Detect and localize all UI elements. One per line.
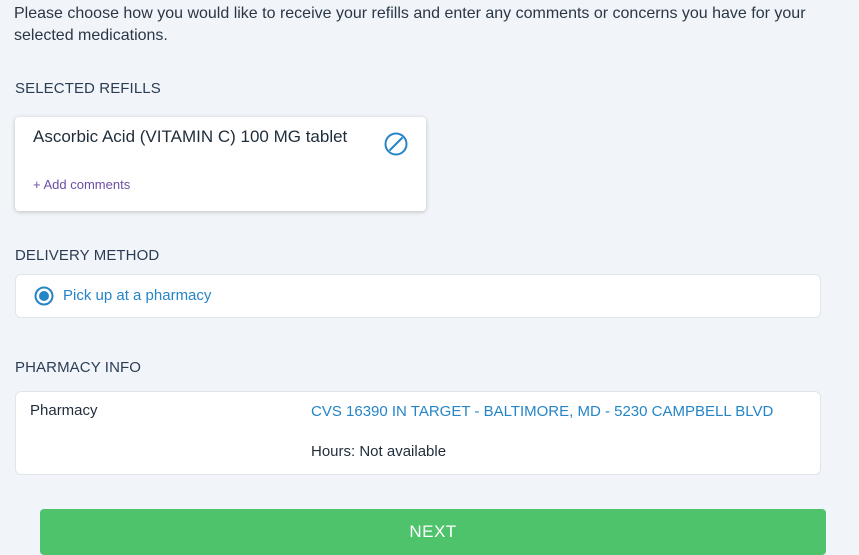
instructions-text: Please choose how you would like to rece…: [14, 5, 806, 44]
radio-selected-icon[interactable]: [34, 286, 54, 306]
pharmacy-info-heading: PHARMACY INFO: [15, 359, 142, 376]
add-comments-link[interactable]: + Add comments: [33, 177, 130, 192]
delivery-method-heading: DELIVERY METHOD: [15, 247, 160, 264]
pharmacy-label: Pharmacy: [30, 402, 98, 419]
pharmacy-card: Pharmacy CVS 16390 IN TARGET - BALTIMORE…: [15, 391, 821, 475]
cancel-circle-icon[interactable]: [383, 131, 409, 157]
pickup-option-label[interactable]: Pick up at a pharmacy: [63, 287, 211, 304]
refill-card: Ascorbic Acid (VITAMIN C) 100 MG tablet …: [15, 117, 426, 211]
pharmacy-hours: Hours: Not available: [311, 443, 447, 460]
next-button-label: NEXT: [409, 522, 457, 541]
delivery-option[interactable]: Pick up at a pharmacy: [15, 274, 821, 318]
selected-refills-heading: SELECTED REFILLS: [15, 80, 161, 97]
pharmacy-name-link[interactable]: CVS 16390 IN TARGET - BALTIMORE, MD - 52…: [311, 402, 791, 422]
next-button[interactable]: NEXT: [40, 509, 826, 555]
medication-name: Ascorbic Acid (VITAMIN C) 100 MG tablet: [33, 127, 348, 146]
